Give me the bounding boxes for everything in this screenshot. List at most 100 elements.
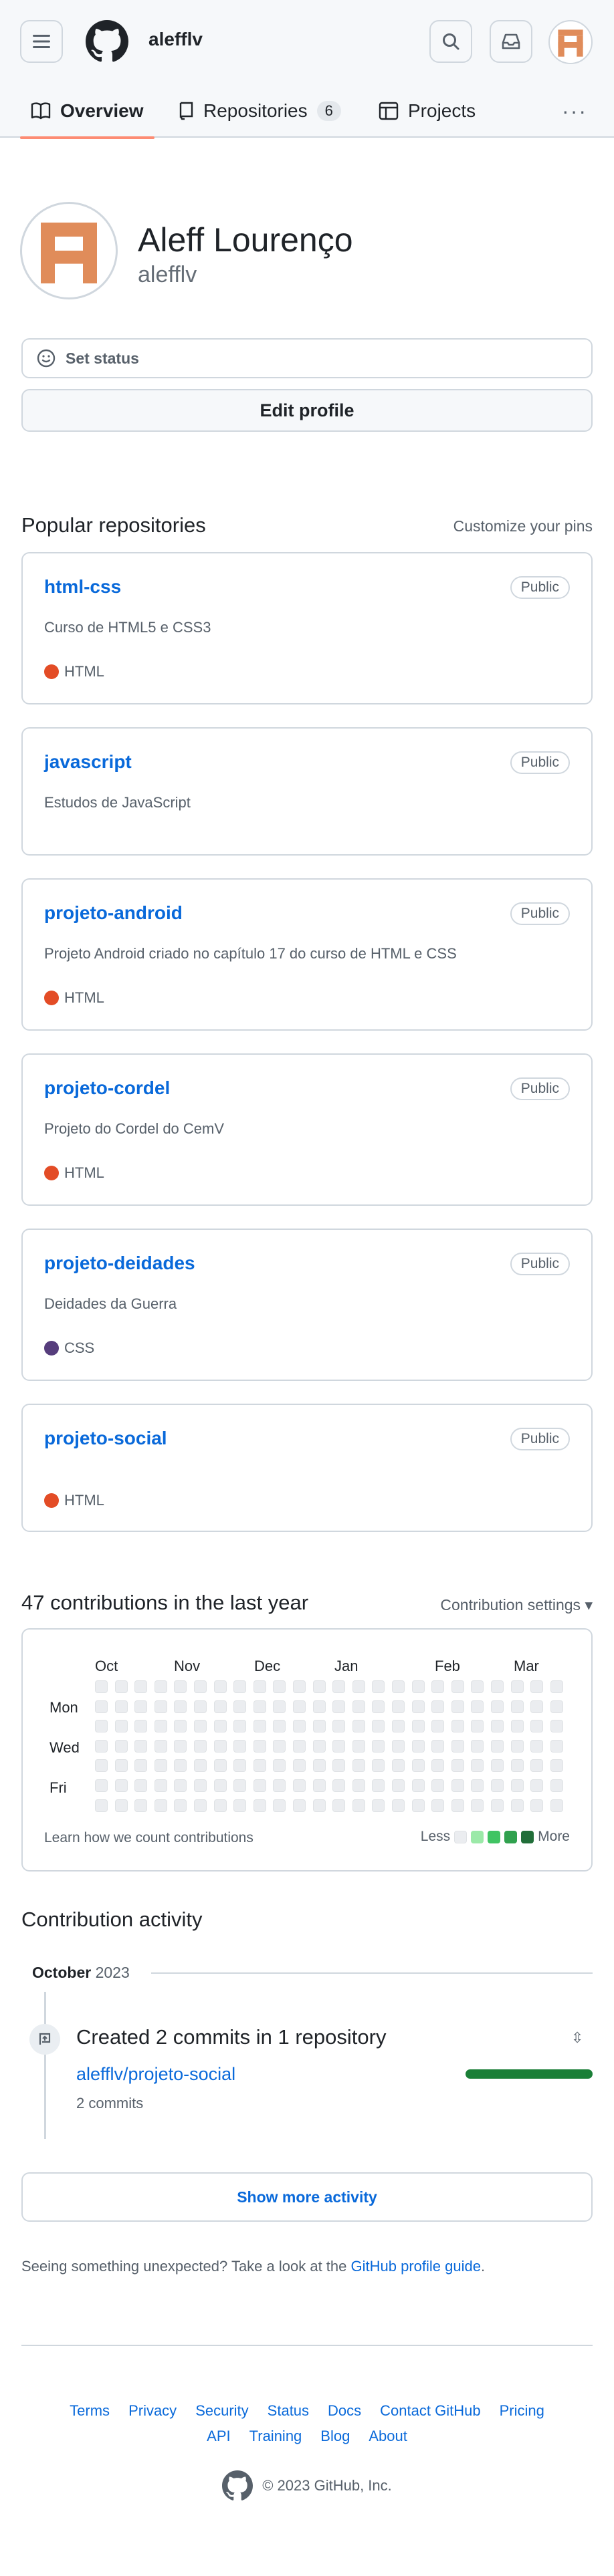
repo-name-link[interactable]: projeto-social (44, 1428, 167, 1449)
contribution-day-cell[interactable] (491, 1799, 504, 1812)
profile-avatar[interactable] (20, 202, 118, 299)
contribution-day-cell[interactable] (312, 1799, 326, 1812)
contribution-day-cell[interactable] (451, 1759, 464, 1773)
activity-repo-link[interactable]: alefflv/projeto-social (76, 2064, 235, 2085)
contribution-day-cell[interactable] (510, 1779, 524, 1792)
contribution-day-cell[interactable] (411, 1720, 425, 1733)
contribution-day-cell[interactable] (213, 1799, 227, 1812)
contribution-day-cell[interactable] (530, 1700, 544, 1713)
contribution-day-cell[interactable] (372, 1720, 385, 1733)
footer-link-docs[interactable]: Docs (328, 2402, 361, 2420)
contribution-day-cell[interactable] (194, 1739, 207, 1753)
contribution-day-cell[interactable] (352, 1739, 365, 1753)
tab-repositories[interactable]: Repositories 6 (178, 84, 341, 138)
contribution-day-cell[interactable] (273, 1799, 286, 1812)
footer-link-contact[interactable]: Contact GitHub (380, 2402, 480, 2420)
profile-guide-link[interactable]: GitHub profile guide (351, 2258, 481, 2275)
contribution-day-cell[interactable] (550, 1680, 563, 1693)
contribution-day-cell[interactable] (491, 1680, 504, 1693)
contribution-day-cell[interactable] (154, 1759, 167, 1773)
contribution-day-cell[interactable] (530, 1759, 544, 1773)
contribution-day-cell[interactable] (491, 1700, 504, 1713)
contribution-day-cell[interactable] (550, 1720, 563, 1733)
contribution-day-cell[interactable] (95, 1759, 108, 1773)
contribution-day-cell[interactable] (431, 1739, 445, 1753)
contribution-day-cell[interactable] (550, 1799, 563, 1812)
github-logo-icon[interactable] (86, 20, 128, 63)
contribution-day-cell[interactable] (411, 1799, 425, 1812)
footer-link-pricing[interactable]: Pricing (500, 2402, 544, 2420)
contribution-day-cell[interactable] (233, 1779, 247, 1792)
contribution-day-cell[interactable] (451, 1799, 464, 1812)
contribution-day-cell[interactable] (154, 1799, 167, 1812)
contribution-day-cell[interactable] (431, 1680, 445, 1693)
contribution-day-cell[interactable] (530, 1680, 544, 1693)
contribution-day-cell[interactable] (550, 1700, 563, 1713)
contribution-day-cell[interactable] (332, 1799, 346, 1812)
contribution-day-cell[interactable] (114, 1799, 128, 1812)
contribution-day-cell[interactable] (194, 1720, 207, 1733)
contribution-day-cell[interactable] (253, 1700, 266, 1713)
repo-name-link[interactable]: projeto-android (44, 902, 183, 924)
contribution-day-cell[interactable] (352, 1759, 365, 1773)
contribution-day-cell[interactable] (332, 1720, 346, 1733)
contribution-day-cell[interactable] (491, 1720, 504, 1733)
activity-commits-link[interactable]: 2 commits (76, 2095, 143, 2112)
contribution-day-cell[interactable] (451, 1779, 464, 1792)
contribution-day-cell[interactable] (253, 1739, 266, 1753)
contribution-day-cell[interactable] (431, 1720, 445, 1733)
contribution-day-cell[interactable] (114, 1779, 128, 1792)
contribution-day-cell[interactable] (411, 1779, 425, 1792)
contribution-day-cell[interactable] (154, 1680, 167, 1693)
more-tabs-icon[interactable]: ··· (562, 99, 587, 124)
show-more-activity-button[interactable]: Show more activity (21, 2172, 593, 2222)
search-button[interactable] (429, 20, 472, 63)
contribution-day-cell[interactable] (114, 1680, 128, 1693)
contribution-day-cell[interactable] (431, 1799, 445, 1812)
contribution-day-cell[interactable] (174, 1680, 187, 1693)
contribution-day-cell[interactable] (312, 1680, 326, 1693)
contribution-day-cell[interactable] (95, 1720, 108, 1733)
contribution-day-cell[interactable] (372, 1700, 385, 1713)
contribution-day-cell[interactable] (411, 1700, 425, 1713)
contribution-day-cell[interactable] (154, 1720, 167, 1733)
contribution-day-cell[interactable] (431, 1700, 445, 1713)
footer-link-training[interactable]: Training (249, 2428, 302, 2445)
contribution-day-cell[interactable] (510, 1759, 524, 1773)
contribution-day-cell[interactable] (332, 1739, 346, 1753)
contribution-day-cell[interactable] (95, 1779, 108, 1792)
footer-link-about[interactable]: About (369, 2428, 407, 2445)
contribution-day-cell[interactable] (95, 1799, 108, 1812)
contribution-day-cell[interactable] (392, 1720, 405, 1733)
contribution-day-cell[interactable] (312, 1739, 326, 1753)
contribution-day-cell[interactable] (293, 1739, 306, 1753)
tab-overview[interactable]: Overview (20, 84, 155, 139)
contribution-day-cell[interactable] (550, 1759, 563, 1773)
contribution-day-cell[interactable] (471, 1739, 484, 1753)
contribution-day-cell[interactable] (293, 1680, 306, 1693)
contribution-day-cell[interactable] (411, 1739, 425, 1753)
contribution-day-cell[interactable] (134, 1700, 148, 1713)
contribution-day-cell[interactable] (233, 1720, 247, 1733)
contribution-day-cell[interactable] (312, 1779, 326, 1792)
contribution-day-cell[interactable] (332, 1779, 346, 1792)
contribution-day-cell[interactable] (352, 1779, 365, 1792)
repo-name-link[interactable]: projeto-deidades (44, 1253, 195, 1274)
contribution-day-cell[interactable] (273, 1720, 286, 1733)
contribution-day-cell[interactable] (194, 1680, 207, 1693)
contribution-day-cell[interactable] (530, 1799, 544, 1812)
contribution-day-cell[interactable] (273, 1779, 286, 1792)
contribution-day-cell[interactable] (312, 1759, 326, 1773)
contribution-day-cell[interactable] (134, 1779, 148, 1792)
contribution-day-cell[interactable] (253, 1799, 266, 1812)
header-username[interactable]: alefflv (148, 29, 203, 50)
contribution-day-cell[interactable] (95, 1680, 108, 1693)
contribution-day-cell[interactable] (510, 1700, 524, 1713)
contribution-day-cell[interactable] (253, 1720, 266, 1733)
contribution-day-cell[interactable] (213, 1739, 227, 1753)
contribution-day-cell[interactable] (372, 1779, 385, 1792)
contribution-day-cell[interactable] (114, 1739, 128, 1753)
contribution-day-cell[interactable] (530, 1779, 544, 1792)
contribution-day-cell[interactable] (471, 1680, 484, 1693)
contribution-day-cell[interactable] (510, 1799, 524, 1812)
